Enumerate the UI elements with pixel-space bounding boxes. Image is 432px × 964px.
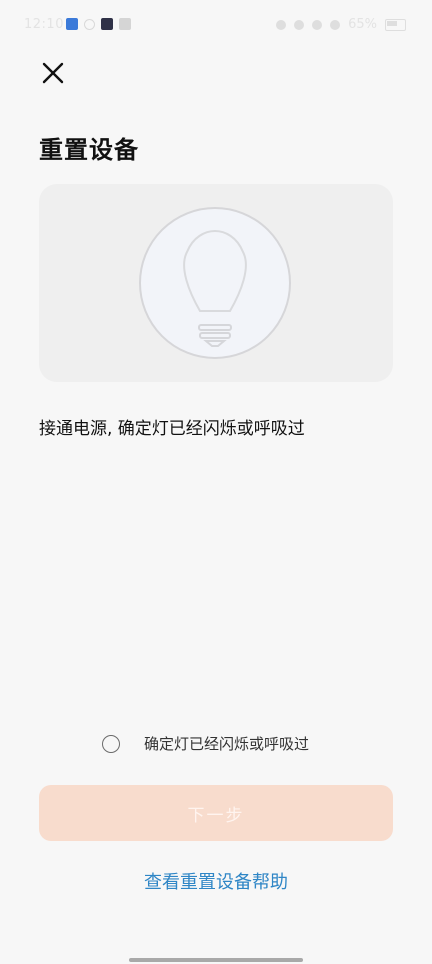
instruction-text: 接通电源, 确定灯已经闪烁或呼吸过 xyxy=(39,419,305,439)
status-right: 65% xyxy=(276,17,406,32)
next-button[interactable]: 下一步 xyxy=(39,785,393,841)
close-button[interactable] xyxy=(36,56,70,90)
page-title: 重置设备 xyxy=(39,136,139,164)
battery-icon xyxy=(385,18,406,31)
signal-icon xyxy=(312,19,323,30)
illustration-card xyxy=(39,184,393,382)
wifi-icon xyxy=(330,19,341,30)
confirm-label: 确定灯已经闪烁或呼吸过 xyxy=(144,735,310,753)
confirm-radio[interactable] xyxy=(102,734,120,753)
status-time: 12:10 xyxy=(24,17,64,32)
light-bulb-icon xyxy=(139,207,291,359)
battery-percent: 65% xyxy=(348,17,377,32)
vibrate-icon xyxy=(294,19,305,30)
status-app-icons xyxy=(66,18,131,30)
location-icon xyxy=(276,19,287,30)
confirm-checkbox-row[interactable]: 确定灯已经闪烁或呼吸过 xyxy=(102,733,309,754)
close-icon xyxy=(42,62,64,84)
status-bar: 12:10 65% xyxy=(0,0,432,52)
link-icon xyxy=(84,18,95,30)
gallery-icon xyxy=(119,18,131,30)
home-indicator[interactable] xyxy=(129,958,303,962)
alipay-icon xyxy=(66,18,78,30)
reset-help-link[interactable]: 查看重置设备帮助 xyxy=(0,868,432,894)
video-app-icon xyxy=(101,18,113,30)
